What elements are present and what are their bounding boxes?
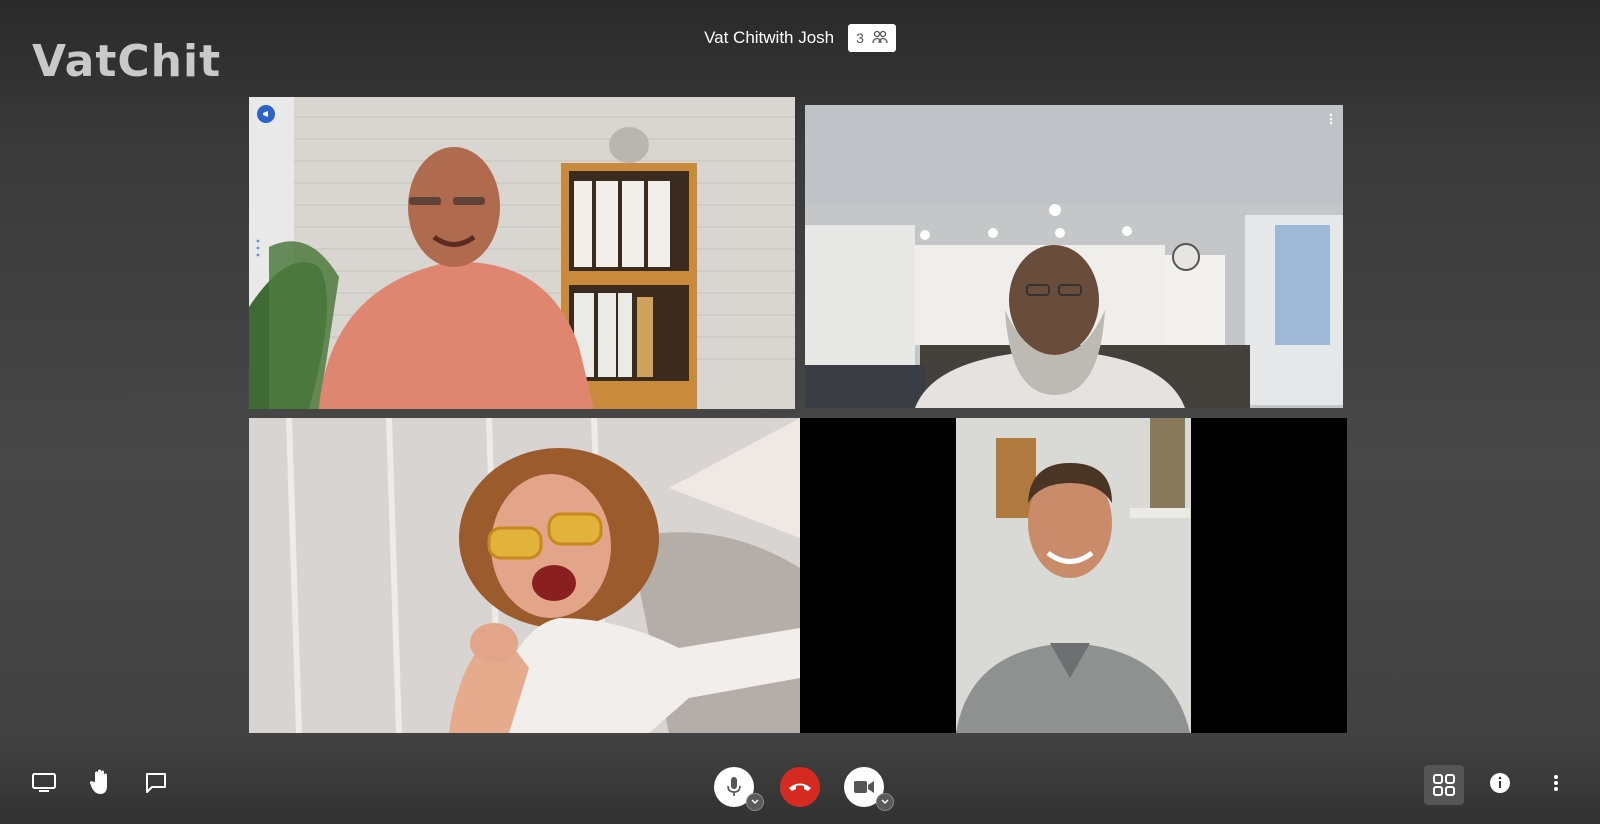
desktop-icon — [32, 773, 56, 792]
hand-icon — [89, 769, 107, 794]
screen-share-button[interactable] — [30, 769, 58, 797]
video-icon — [854, 781, 874, 793]
tile-view-button[interactable] — [1424, 765, 1464, 805]
end-call-button[interactable] — [780, 767, 820, 807]
pin-badge[interactable] — [257, 105, 275, 123]
more-vertical-icon — [1554, 775, 1558, 791]
info-button[interactable] — [1488, 771, 1512, 795]
video-tile-3[interactable] — [249, 418, 800, 733]
participants-button[interactable]: 3 — [848, 24, 896, 52]
camera-options-button[interactable] — [876, 793, 894, 811]
bottom-toolbar — [0, 732, 1600, 824]
grid-icon — [1433, 774, 1455, 796]
meeting-header: Vat Chitwith Josh 3 — [0, 24, 1600, 52]
more-options-button[interactable] — [1544, 771, 1568, 795]
mic-icon — [727, 777, 741, 796]
chat-icon — [146, 773, 166, 793]
video-feed-man-pink-shirt — [249, 97, 795, 409]
users-icon — [872, 30, 888, 47]
chevron-down-icon — [881, 799, 889, 804]
video-tile-1[interactable] — [249, 97, 795, 409]
video-feed-woman-sunglasses — [249, 418, 800, 733]
video-tile-2[interactable] — [805, 105, 1343, 408]
raise-hand-button[interactable] — [86, 767, 114, 797]
more-vertical-icon[interactable] — [1325, 111, 1337, 127]
meeting-title: Vat Chitwith Josh — [704, 28, 835, 47]
microphone-options-button[interactable] — [746, 793, 764, 811]
phone-icon — [789, 783, 811, 791]
video-feed-man-beard — [805, 105, 1343, 408]
participant-count: 3 — [856, 30, 864, 46]
video-tile-4[interactable] — [800, 418, 1347, 733]
info-icon — [1490, 773, 1510, 793]
drag-handle-icon[interactable] — [255, 237, 261, 259]
chat-button[interactable] — [142, 769, 170, 797]
video-feed-man-gray-shirt — [800, 418, 1347, 733]
chevron-down-icon — [751, 799, 759, 804]
